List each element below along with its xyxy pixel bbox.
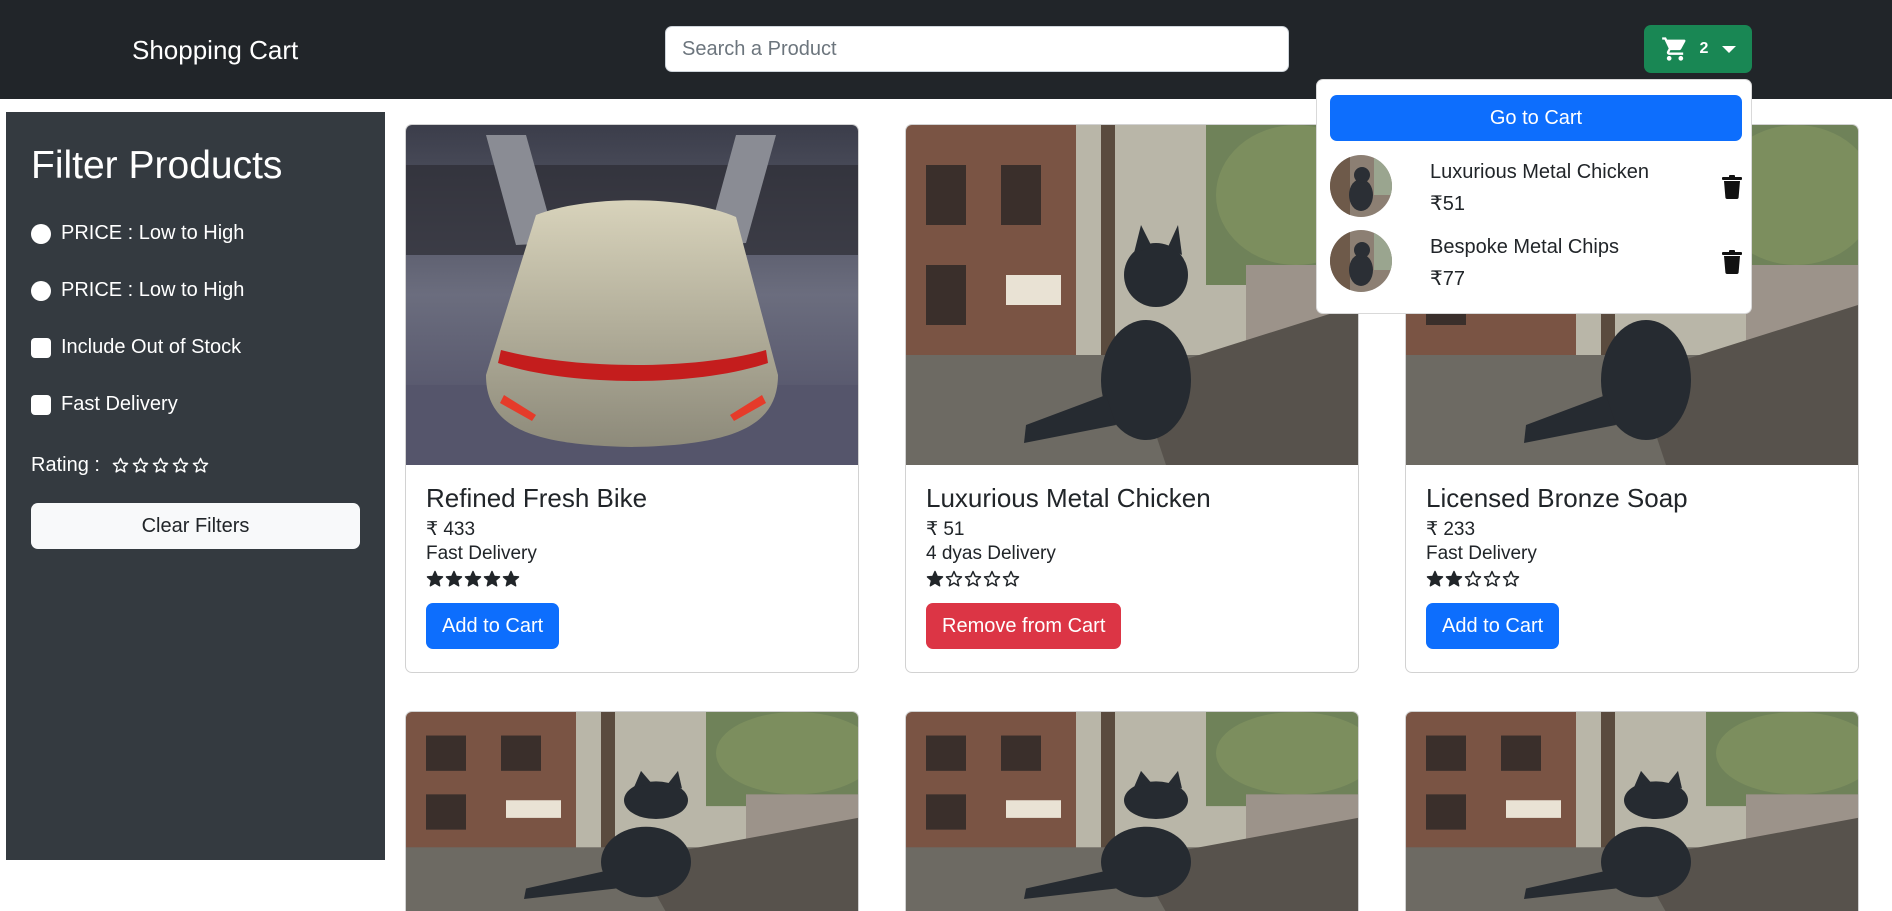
star-empty-icon [152, 457, 169, 473]
filter-label: Fast Delivery [61, 393, 178, 415]
product-image [406, 125, 858, 465]
add-to-cart-button[interactable]: Add to Cart [1426, 603, 1560, 649]
star-filled-icon [445, 570, 463, 587]
star-filled-icon [1426, 570, 1444, 587]
product-image [906, 712, 1358, 911]
filter-include-out-of-stock[interactable]: Include Out of Stock [31, 336, 241, 359]
product-info: Refined Fresh Bike ₹ 433 Fast Delivery [426, 482, 838, 590]
filter-title: Filter Products [31, 144, 283, 187]
filter-sidebar: Filter Products PRICE : Low to High PRIC… [6, 112, 385, 860]
cart-dropdown-button[interactable]: 2 [1644, 25, 1752, 73]
star-empty-icon [1002, 570, 1020, 587]
star-empty-icon [964, 570, 982, 587]
radio-button[interactable] [31, 280, 51, 301]
star-empty-icon [945, 570, 963, 587]
filter-price-low-high-2[interactable]: PRICE : Low to High [31, 279, 244, 302]
rating-label: Rating : [31, 454, 100, 476]
trash-icon[interactable] [1722, 250, 1742, 274]
radio-button[interactable] [31, 223, 51, 244]
checkbox[interactable] [31, 337, 51, 358]
cart-count-badge: 2 [1699, 40, 1709, 57]
star-empty-icon [132, 457, 149, 473]
product-title: Licensed Bronze Soap [1426, 483, 1688, 513]
cart-item-price: ₹51 [1430, 193, 1465, 215]
product-price: ₹ 233 [1426, 519, 1476, 540]
cart-icon [1661, 37, 1686, 61]
product-card [405, 711, 859, 911]
product-delivery: 4 dyas Delivery [926, 543, 1056, 564]
cart-item-name: Bespoke Metal Chips [1430, 236, 1619, 258]
cart-item: Luxurious Metal Chicken ₹51 [1330, 155, 1742, 225]
product-info: Luxurious Metal Chicken ₹ 51 4 dyas Deli… [926, 482, 1338, 590]
star-empty-icon [1464, 570, 1482, 587]
search-input[interactable] [665, 26, 1289, 72]
star-empty-icon [112, 457, 129, 473]
rating-filter: Rating : [31, 454, 209, 477]
product-image [406, 712, 858, 911]
star-empty-icon [1483, 570, 1501, 587]
star-empty-icon [983, 570, 1001, 587]
product-delivery: Fast Delivery [1426, 543, 1537, 564]
star-empty-icon [192, 457, 209, 473]
product-price: ₹ 51 [926, 519, 965, 540]
product-image [906, 125, 1358, 465]
filter-fast-delivery[interactable]: Fast Delivery [31, 393, 178, 416]
star-filled-icon [464, 570, 482, 587]
cart-item: Bespoke Metal Chips ₹77 [1330, 230, 1742, 300]
star-filled-icon [502, 570, 520, 587]
product-card: Refined Fresh Bike ₹ 433 Fast Delivery A… [405, 124, 859, 673]
checkbox[interactable] [31, 394, 51, 415]
rating-stars[interactable] [112, 457, 209, 474]
product-card: Luxurious Metal Chicken ₹ 51 4 dyas Deli… [905, 124, 1359, 673]
star-filled-icon [926, 570, 944, 587]
chevron-down-icon [1722, 45, 1737, 53]
cart-item-thumbnail [1330, 230, 1392, 292]
add-to-cart-button[interactable]: Add to Cart [426, 603, 560, 649]
product-info: Licensed Bronze Soap ₹ 233 Fast Delivery [1426, 482, 1838, 590]
filter-label: PRICE : Low to High [61, 279, 245, 301]
star-empty-icon [172, 457, 189, 473]
cart-item-price: ₹77 [1430, 268, 1465, 290]
product-title: Luxurious Metal Chicken [926, 483, 1211, 513]
trash-icon[interactable] [1722, 175, 1742, 199]
filter-label: PRICE : Low to High [61, 222, 245, 244]
brand-title[interactable]: Shopping Cart [132, 35, 298, 66]
product-card [1405, 711, 1859, 911]
product-card [905, 711, 1359, 911]
cart-dropdown-menu: Go to Cart Luxurious Metal Chicken ₹51 B… [1316, 79, 1752, 314]
star-filled-icon [1445, 570, 1463, 587]
product-rating [1426, 570, 1838, 590]
star-empty-icon [1502, 570, 1520, 587]
cart-item-thumbnail [1330, 155, 1392, 217]
remove-from-cart-button[interactable]: Remove from Cart [926, 603, 1122, 649]
product-image [1406, 712, 1858, 911]
product-delivery: Fast Delivery [426, 543, 537, 564]
product-price: ₹ 433 [426, 519, 476, 540]
clear-filters-button[interactable]: Clear Filters [31, 503, 360, 549]
product-title: Refined Fresh Bike [426, 483, 648, 513]
product-rating [426, 570, 838, 590]
product-rating [926, 570, 1338, 590]
filter-price-low-high-1[interactable]: PRICE : Low to High [31, 222, 244, 245]
star-filled-icon [483, 570, 501, 587]
cart-item-name: Luxurious Metal Chicken [1430, 161, 1649, 183]
filter-label: Include Out of Stock [61, 336, 242, 358]
star-filled-icon [426, 570, 444, 587]
go-to-cart-button[interactable]: Go to Cart [1330, 95, 1742, 141]
